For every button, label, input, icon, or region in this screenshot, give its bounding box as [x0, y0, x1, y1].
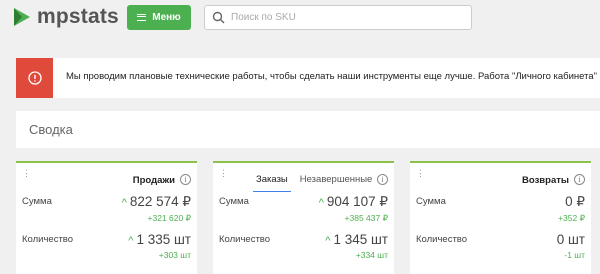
- sum-value: ^ 904 107 ₽: [319, 194, 388, 210]
- arrow-up-icon: ^: [318, 197, 324, 209]
- drag-handle-icon[interactable]: ⋮: [22, 169, 31, 178]
- info-icon[interactable]: i: [180, 174, 191, 185]
- logo-text: mpstats: [37, 5, 119, 28]
- returns-card: ⋮ Возвраты i Сумма 0 ₽ +352 ₽ Количество…: [410, 161, 591, 274]
- hamburger-icon: [137, 14, 147, 21]
- info-icon[interactable]: i: [377, 174, 388, 185]
- summary-title: Сводка: [29, 122, 73, 137]
- qty-value: ^ 1 345 шт: [325, 232, 388, 247]
- tab-orders[interactable]: Заказы: [253, 174, 291, 192]
- sum-label: Сумма: [22, 196, 52, 207]
- qty-value-text: 1 335 шт: [136, 232, 191, 247]
- qty-value: 0 шт: [556, 232, 585, 247]
- info-icon: [27, 71, 42, 85]
- qty-delta: +334 шт: [355, 250, 388, 260]
- menu-button-label: Меню: [152, 12, 181, 23]
- card-title: Возвраты: [522, 175, 569, 186]
- info-icon[interactable]: i: [574, 174, 585, 185]
- menu-button[interactable]: Меню: [127, 5, 191, 30]
- maintenance-alert: Мы проводим плановые технические работы,…: [16, 58, 600, 98]
- arrow-up-icon: ^: [325, 235, 331, 247]
- arrow-up-icon: ^: [128, 235, 134, 247]
- sum-value: 0 ₽: [565, 194, 585, 209]
- sum-label: Сумма: [219, 196, 249, 207]
- qty-value: ^ 1 335 шт: [128, 232, 191, 247]
- drag-handle-icon[interactable]: ⋮: [416, 169, 425, 178]
- card-title: Продажи: [132, 175, 175, 186]
- logo-mark-icon: [14, 8, 30, 26]
- orders-card: ⋮ Заказы Незавершенные i Сумма ^ 904 107 …: [213, 161, 394, 274]
- tab-incomplete[interactable]: Незавершенные: [297, 174, 376, 192]
- sum-delta: +385 437 ₽: [344, 213, 388, 223]
- search-input[interactable]: [231, 12, 461, 23]
- qty-delta: -1 шт: [564, 250, 585, 260]
- search-box[interactable]: [204, 5, 472, 30]
- sales-card: ⋮ Продажи i Сумма ^ 822 574 ₽ +321 620 ₽ …: [16, 161, 197, 274]
- orders-tabs: Заказы Незавершенные: [253, 174, 381, 192]
- qty-label: Количество: [22, 234, 74, 245]
- alert-message: Мы проводим плановые технические работы,…: [66, 71, 600, 82]
- sum-delta: +352 ₽: [558, 213, 585, 223]
- sum-value: ^ 822 574 ₽: [122, 194, 191, 210]
- arrow-up-icon: ^: [121, 197, 127, 209]
- sum-value-text: 904 107 ₽: [326, 194, 388, 209]
- top-bar: mpstats Меню: [0, 0, 600, 36]
- logo[interactable]: mpstats: [13, 6, 119, 28]
- qty-label: Количество: [219, 234, 271, 245]
- qty-value-text: 1 345 шт: [333, 232, 388, 247]
- qty-label: Количество: [416, 234, 468, 245]
- sum-label: Сумма: [416, 196, 446, 207]
- alert-icon-box: [16, 58, 53, 98]
- qty-delta: +303 шт: [158, 250, 191, 260]
- sum-delta: +321 620 ₽: [147, 213, 191, 223]
- sum-value-text: 822 574 ₽: [129, 194, 191, 209]
- drag-handle-icon[interactable]: ⋮: [219, 169, 228, 178]
- search-icon: [212, 11, 225, 24]
- summary-panel: Сводка: [16, 111, 600, 148]
